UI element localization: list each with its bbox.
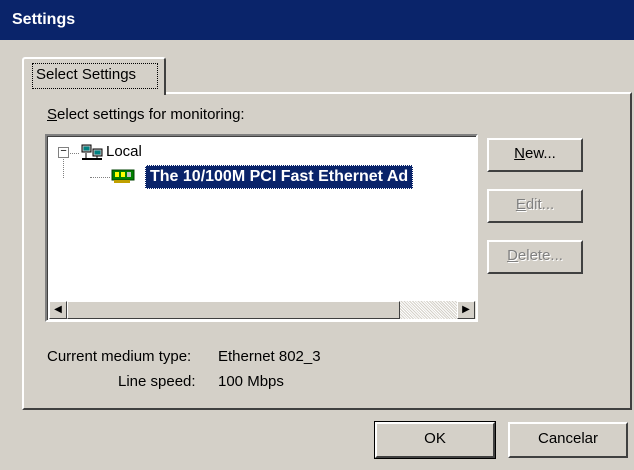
cancel-label: Cancelar bbox=[537, 430, 599, 447]
edit-label: dit... bbox=[525, 196, 555, 213]
scroll-left-button[interactable]: ◀ bbox=[49, 301, 67, 319]
tree-connector bbox=[63, 159, 64, 178]
edit-mnemonic: E bbox=[515, 196, 526, 213]
medium-type-label: Current medium type: bbox=[47, 348, 192, 365]
prompt-mnemonic: S bbox=[47, 106, 58, 123]
ok-button[interactable]: OK bbox=[374, 421, 496, 459]
delete-mnemonic: D bbox=[507, 247, 518, 264]
new-button[interactable]: New... bbox=[487, 138, 583, 172]
arrow-right-icon: ▶ bbox=[462, 304, 470, 315]
prompt-text: elect settings for monitoring: bbox=[57, 106, 245, 123]
edit-button[interactable]: Edit... bbox=[487, 189, 583, 223]
line-speed-label: Line speed: bbox=[118, 373, 196, 390]
new-mnemonic: N bbox=[514, 145, 525, 162]
tree-connector bbox=[90, 177, 110, 178]
delete-label: elete... bbox=[517, 247, 563, 264]
settings-tree[interactable]: − Local The 10/100M PCI Fast Ethernet Ad bbox=[45, 134, 478, 322]
scroll-track[interactable] bbox=[400, 301, 457, 319]
delete-button[interactable]: Delete... bbox=[487, 240, 583, 274]
monitoring-prompt-label: Select settings for monitoring: bbox=[47, 106, 245, 123]
medium-type-value: Ethernet 802_3 bbox=[218, 348, 321, 365]
tree-node-local[interactable]: Local bbox=[106, 143, 142, 160]
horizontal-scrollbar[interactable]: ◀ ▶ bbox=[49, 301, 476, 319]
window-title: Settings bbox=[12, 11, 76, 28]
network-computer-icon bbox=[81, 144, 103, 160]
scroll-thumb[interactable] bbox=[67, 301, 400, 319]
cancel-button[interactable]: Cancelar bbox=[508, 422, 628, 458]
network-card-icon bbox=[111, 169, 135, 183]
ok-label: OK bbox=[424, 430, 446, 447]
new-label: ew... bbox=[524, 145, 556, 162]
tab-label: Select Settings bbox=[36, 66, 137, 83]
tree-node-ethernet-adapter[interactable]: The 10/100M PCI Fast Ethernet Ad bbox=[145, 165, 414, 189]
tree-connector bbox=[70, 153, 79, 154]
line-speed-value: 100 Mbps bbox=[218, 373, 284, 390]
collapse-icon[interactable]: − bbox=[58, 147, 69, 158]
arrow-left-icon: ◀ bbox=[54, 304, 62, 315]
tab-select-settings[interactable]: Select Settings bbox=[22, 57, 166, 95]
title-bar: Settings bbox=[0, 0, 634, 40]
scroll-right-button[interactable]: ▶ bbox=[457, 301, 475, 319]
